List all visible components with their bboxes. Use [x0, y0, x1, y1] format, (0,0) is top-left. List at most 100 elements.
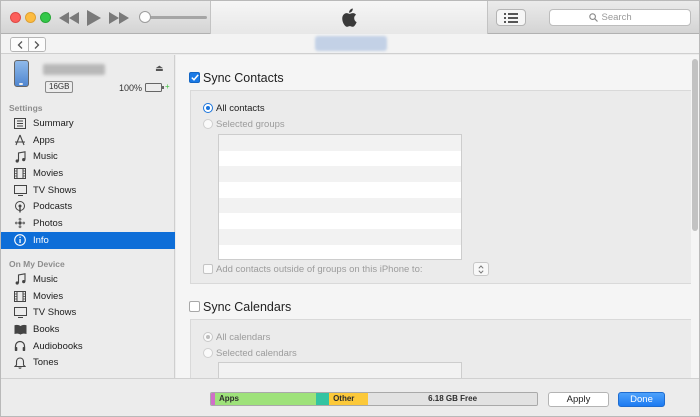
list-row [219, 166, 461, 183]
sidebar-item-label: Music [33, 151, 58, 163]
sidebar-item-label: Books [33, 323, 60, 335]
capacity-segment: Apps [215, 393, 317, 405]
movies-icon [13, 167, 27, 179]
music-icon [13, 150, 27, 163]
fast-forward-icon [109, 12, 129, 24]
list-row [219, 151, 461, 167]
capacity-segment: 6.18 GB Free [368, 393, 537, 405]
battery-icon [145, 83, 164, 92]
sidebar-item-music[interactable]: Music [1, 148, 175, 165]
sidebar-item-label: Music [33, 273, 58, 285]
apple-logo-icon [342, 8, 357, 27]
list-row [219, 182, 461, 198]
sidebar-item-device-movies[interactable]: Movies [1, 288, 175, 305]
sidebar-item-device-music[interactable]: Music [1, 271, 175, 288]
audiobooks-icon [13, 340, 27, 352]
selected-calendars-radio[interactable] [203, 348, 213, 358]
on-device-section-title: On My Device [9, 259, 65, 269]
toolbar [1, 1, 699, 34]
add-outside-groups-checkbox[interactable] [203, 264, 213, 274]
volume-knob[interactable] [139, 11, 151, 23]
sidebar-item-apps[interactable]: Apps [1, 132, 175, 149]
rewind-button[interactable] [59, 9, 79, 27]
itunes-window: ⏏ 16GB 100% + Settings SummaryAppsMusicM… [0, 0, 700, 417]
search-input[interactable] [601, 12, 652, 23]
sidebar-item-device-books[interactable]: Books [1, 321, 175, 338]
scrollbar-thumb[interactable] [692, 59, 698, 231]
back-button[interactable] [11, 38, 28, 51]
device-header[interactable]: ⏏ 16GB 100% + [1, 55, 175, 99]
podcasts-icon [13, 200, 27, 213]
calendars-panel: All calendars Selected calendars [190, 319, 691, 378]
battery-percent: 100% [119, 83, 143, 93]
selected-calendars-label: Selected calendars [216, 348, 297, 359]
checkmark-icon [190, 74, 199, 81]
music-icon [13, 273, 27, 285]
charging-icon: + [165, 82, 170, 91]
capacity-badge: 16GB [45, 81, 74, 93]
capacity-segment: Other [329, 393, 369, 405]
device-button[interactable] [315, 36, 387, 51]
capacity-bar[interactable]: Apps Other 6.18 GB Free [210, 392, 538, 406]
sidebar-item-label: Movies [33, 290, 64, 302]
sidebar-item-label: Movies [33, 167, 64, 179]
all-calendars-radio[interactable] [203, 332, 213, 342]
up-down-arrows-icon [478, 264, 484, 274]
search-icon [588, 13, 598, 22]
bottom-bar: Apps Other 6.18 GB Free Apply Done [1, 378, 699, 416]
navigation-bar [1, 34, 699, 54]
contact-group-popup[interactable] [473, 262, 489, 276]
eject-icon[interactable]: ⏏ [155, 63, 164, 74]
play-icon [87, 10, 101, 26]
sync-calendars-checkbox[interactable] [189, 301, 200, 312]
info-pane: Sync Contacts All contacts Selected grou… [176, 55, 691, 378]
chevron-left-icon [17, 40, 22, 49]
chevron-right-icon [34, 40, 40, 49]
sidebar-item-label: Podcasts [33, 201, 73, 213]
sidebar-item-label: Audiobooks [33, 340, 83, 352]
sidebar-item-movies[interactable]: Movies [1, 165, 175, 182]
photos-icon [13, 217, 27, 229]
sidebar-item-info[interactable]: Info [1, 231, 175, 249]
sidebar-item-photos[interactable]: Photos [1, 215, 175, 232]
apply-button[interactable]: Apply [548, 392, 609, 407]
contacts-panel: All contacts Selected groups Add contact… [190, 90, 691, 284]
sidebar-item-tv-shows[interactable]: TV Shows [1, 182, 175, 199]
calendars-list[interactable] [218, 362, 462, 378]
contact-groups-list[interactable] [218, 134, 462, 260]
list-icon [504, 12, 518, 23]
list-row [219, 245, 461, 259]
list-row [219, 213, 461, 229]
add-outside-groups-label: Add contacts outside of groups on this i… [216, 264, 423, 275]
sidebar-item-device-tones[interactable]: Tones [1, 354, 175, 371]
vertical-scrollbar[interactable] [691, 55, 699, 378]
done-button[interactable]: Done [618, 392, 665, 407]
list-view-button[interactable] [496, 9, 526, 26]
sidebar-item-summary[interactable]: Summary [1, 115, 175, 132]
forward-button[interactable] [28, 38, 45, 51]
back-forward-group [10, 37, 46, 52]
on-device-list: Music Movies TV Shows Books Audiobooks Tones [1, 271, 175, 371]
close-window-button[interactable] [10, 12, 21, 23]
volume-slider[interactable] [139, 11, 207, 23]
search-box[interactable] [549, 9, 691, 26]
sidebar: ⏏ 16GB 100% + Settings Summary Apps Music M… [1, 55, 175, 416]
all-contacts-radio[interactable] [203, 103, 213, 113]
sidebar-item-device-tv-shows[interactable]: TV Shows [1, 304, 175, 321]
all-contacts-label: All contacts [216, 103, 265, 114]
list-row [219, 197, 461, 214]
fast-forward-button[interactable] [109, 9, 129, 27]
play-button[interactable] [85, 9, 103, 27]
sidebar-item-label: TV Shows [33, 307, 77, 319]
sync-contacts-checkbox[interactable] [189, 72, 200, 83]
list-row [219, 363, 461, 378]
zoom-window-button[interactable] [40, 12, 51, 23]
apps-icon [13, 134, 27, 146]
sidebar-item-device-audiobooks[interactable]: Audiobooks [1, 338, 175, 355]
capacity-segment [316, 393, 330, 405]
minimize-window-button[interactable] [25, 12, 36, 23]
sidebar-item-podcasts[interactable]: Podcasts [1, 198, 175, 215]
selected-groups-radio[interactable] [203, 119, 213, 129]
sidebar-item-label: TV Shows [33, 184, 77, 196]
summary-icon [13, 117, 27, 129]
